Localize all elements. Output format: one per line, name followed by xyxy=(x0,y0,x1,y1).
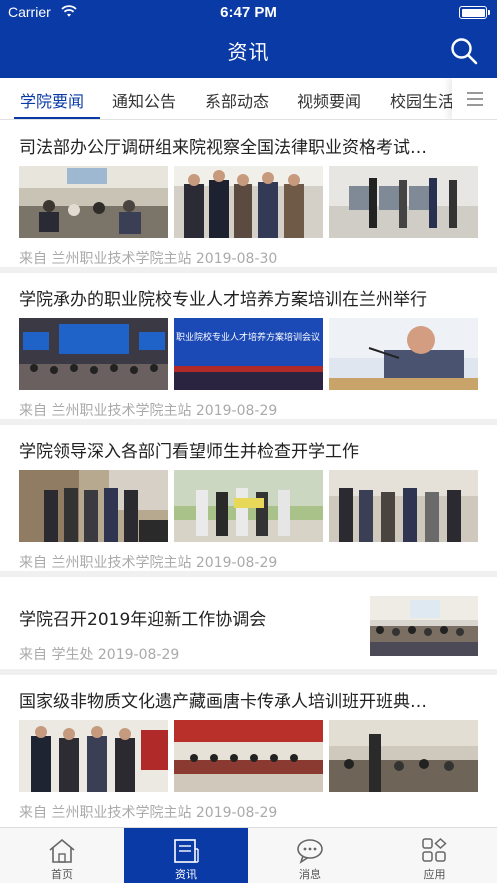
tab-video-news[interactable]: 视频要闻 xyxy=(297,88,361,112)
bottom-tab-label: 首页 xyxy=(51,868,73,881)
news-thumbnail xyxy=(174,720,323,792)
news-item[interactable]: 学院召开2019年迎新工作协调会 来自 学生处 2019-08-29 xyxy=(0,577,497,675)
app-screen: Carrier 6:47 PM 资讯 学院要闻 通知公告 系部动态 视频要闻 校… xyxy=(0,0,497,883)
bottom-tab-label: 资讯 xyxy=(175,868,197,881)
bottom-tab-label: 消息 xyxy=(299,868,321,881)
news-title: 国家级非物质文化遗产藏画唐卡传承人培训班开班典… xyxy=(19,692,427,712)
menu-icon[interactable] xyxy=(452,78,497,119)
news-meta: 来自 学生处 2019-08-29 xyxy=(19,647,180,663)
search-icon[interactable] xyxy=(449,36,479,66)
apps-icon xyxy=(422,837,447,862)
tab-college-news[interactable]: 学院要闻 xyxy=(20,88,84,112)
tab-notices[interactable]: 通知公告 xyxy=(112,88,176,112)
bottom-tab-bar: 首页 资讯 消息 应用 xyxy=(0,827,497,883)
news-thumbnail xyxy=(19,166,168,238)
news-meta: 来自 兰州职业技术学院主站 2019-08-29 xyxy=(19,555,278,571)
page-title: 资讯 xyxy=(227,40,270,64)
tab-strip: 学院要闻 通知公告 系部动态 视频要闻 校园生活 xyxy=(0,78,452,119)
home-icon xyxy=(49,838,75,863)
news-thumbnail xyxy=(329,720,478,792)
status-time: 6:47 PM xyxy=(220,4,277,21)
tab-campus-life[interactable]: 校园生活 xyxy=(390,88,452,112)
news-meta: 来自 兰州职业技术学院主站 2019-08-29 xyxy=(19,403,278,419)
news-title: 学院承办的职业院校专业人才培养方案培训在兰州举行 xyxy=(19,290,427,310)
active-tab-indicator xyxy=(14,117,100,119)
bottom-tab-news[interactable]: 资讯 xyxy=(124,828,248,883)
bottom-tab-messages[interactable]: 消息 xyxy=(248,828,372,883)
news-meta: 来自 兰州职业技术学院主站 2019-08-29 xyxy=(19,805,278,821)
news-thumbnail xyxy=(370,596,478,656)
top-navigation-bar: Carrier 6:47 PM 资讯 xyxy=(0,0,497,78)
news-thumbnail xyxy=(19,720,168,792)
news-thumbnail xyxy=(19,470,168,542)
message-icon xyxy=(297,839,323,864)
category-tabs: 学院要闻 通知公告 系部动态 视频要闻 校园生活 xyxy=(0,78,497,120)
news-title: 学院领导深入各部门看望师生并检查开学工作 xyxy=(19,442,359,462)
tab-department-news[interactable]: 系部动态 xyxy=(205,88,269,112)
news-thumbnail xyxy=(329,318,478,390)
bottom-tab-label: 应用 xyxy=(423,868,446,881)
news-list: 司法部办公厅调研组来院视察全国法律职业资格考试… 来自 兰州职业技术学院主站 2… xyxy=(0,121,497,827)
news-meta: 来自 兰州职业技术学院主站 2019-08-30 xyxy=(19,251,278,267)
news-title: 司法部办公厅调研组来院视察全国法律职业资格考试… xyxy=(19,138,427,158)
banner-text: 职业院校专业人才培养方案培训会议 xyxy=(176,331,320,343)
news-thumbnail: 职业院校专业人才培养方案培训会议 xyxy=(174,318,323,390)
battery-icon xyxy=(459,6,490,19)
bottom-tab-home[interactable]: 首页 xyxy=(0,828,124,883)
news-thumbnail xyxy=(329,470,478,542)
news-thumbnail xyxy=(329,166,478,238)
news-thumbnail xyxy=(19,318,168,390)
news-item[interactable]: 司法部办公厅调研组来院视察全国法律职业资格考试… 来自 兰州职业技术学院主站 2… xyxy=(0,121,497,273)
news-title: 学院召开2019年迎新工作协调会 xyxy=(19,610,267,630)
news-icon xyxy=(174,839,199,863)
status-bar: Carrier 6:47 PM xyxy=(0,0,497,26)
news-item[interactable]: 国家级非物质文化遗产藏画唐卡传承人培训班开班典… 来自 兰州职业技术学院主站 2… xyxy=(0,675,497,827)
news-thumbnail xyxy=(174,470,323,542)
bottom-tab-apps[interactable]: 应用 xyxy=(372,828,497,883)
news-item[interactable]: 学院领导深入各部门看望师生并检查开学工作 来自 兰州职业技术学院主站 2019-… xyxy=(0,425,497,577)
news-item[interactable]: 学院承办的职业院校专业人才培养方案培训在兰州举行 职业院校专业人才培养方案培训会… xyxy=(0,273,497,425)
news-thumbnail xyxy=(174,166,323,238)
